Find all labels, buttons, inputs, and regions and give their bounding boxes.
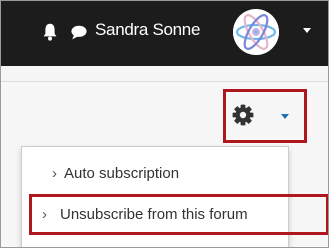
menu-item-auto-subscription[interactable]: › Auto subscription [22,159,179,189]
gear-icon[interactable] [232,104,254,126]
user-avatar[interactable] [233,9,279,55]
page-header-strip [1,66,328,82]
user-name[interactable]: Sandra Sonne [95,18,200,42]
user-menu-caret-icon[interactable] [303,28,311,33]
chevron-right-icon: › [42,206,47,223]
caret-down-icon[interactable] [281,114,289,119]
chat-bubble-icon[interactable] [71,25,87,40]
bell-icon[interactable] [43,23,57,41]
menu-item-label: Unsubscribe from this forum [60,206,248,223]
app-frame: Sandra Sonne › Auto subscription › Unsub… [0,0,329,248]
chevron-right-icon: › [52,165,57,182]
atom-avatar-icon [233,9,279,55]
menu-item-label: Auto subscription [64,165,180,182]
top-navbar: Sandra Sonne [1,1,328,66]
menu-item-unsubscribe[interactable]: › Unsubscribe from this forum [29,194,328,235]
